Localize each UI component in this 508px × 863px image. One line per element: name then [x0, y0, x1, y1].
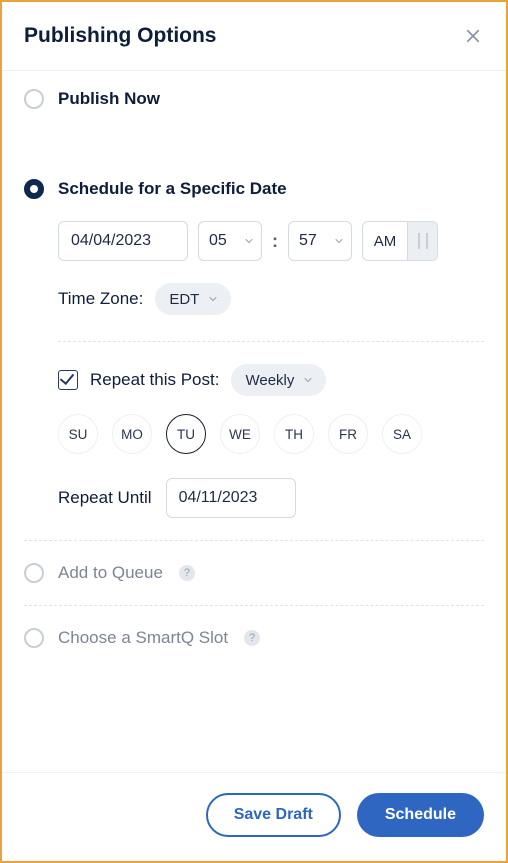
add-to-queue-radio[interactable] — [24, 563, 44, 583]
frequency-select[interactable]: Weekly — [231, 364, 326, 396]
help-icon[interactable]: ? — [244, 630, 260, 646]
dialog-body: Publish Now Schedule for a Specific Date… — [2, 71, 506, 772]
chevron-down-icon — [333, 235, 345, 247]
dialog-title: Publishing Options — [24, 24, 217, 48]
minute-select[interactable]: 57 — [288, 221, 352, 261]
schedule-label: Schedule for a Specific Date — [58, 179, 287, 199]
ampm-toggle: AM — [362, 221, 438, 261]
chevron-down-icon — [207, 293, 219, 305]
smartq-radio[interactable] — [24, 628, 44, 648]
datetime-row: 05 : 57 AM — [58, 221, 484, 261]
repeat-row: Repeat this Post: Weekly — [58, 364, 484, 396]
smartq-row[interactable]: Choose a SmartQ Slot ? — [24, 628, 484, 648]
ampm-label: AM — [363, 222, 407, 260]
save-draft-button[interactable]: Save Draft — [206, 793, 341, 837]
repeat-until-label: Repeat Until — [58, 488, 152, 508]
divider — [58, 341, 484, 342]
schedule-details: 05 : 57 AM Time — [24, 221, 484, 518]
day-fr[interactable]: FR — [328, 414, 368, 454]
chevron-down-icon — [302, 374, 314, 386]
timezone-label: Time Zone: — [58, 289, 143, 309]
timezone-value: EDT — [169, 291, 199, 308]
close-icon — [464, 27, 482, 45]
frequency-value: Weekly — [245, 372, 294, 389]
option-add-to-queue: Add to Queue ? — [24, 541, 484, 605]
repeat-until-input[interactable] — [177, 488, 285, 508]
dialog-footer: Save Draft Schedule — [2, 772, 506, 861]
chevron-down-icon — [243, 235, 255, 247]
add-to-queue-row[interactable]: Add to Queue ? — [24, 563, 484, 583]
close-button[interactable] — [462, 25, 484, 47]
ampm-handle[interactable] — [407, 222, 437, 260]
option-publish-now: Publish Now — [24, 89, 484, 131]
repeat-label: Repeat this Post: — [90, 370, 219, 390]
repeat-until-row: Repeat Until — [58, 478, 484, 518]
day-th[interactable]: TH — [274, 414, 314, 454]
day-we[interactable]: WE — [220, 414, 260, 454]
date-field[interactable] — [58, 221, 188, 261]
day-su[interactable]: SU — [58, 414, 98, 454]
spacer — [24, 131, 484, 179]
dialog-header: Publishing Options — [2, 2, 506, 71]
smartq-label: Choose a SmartQ Slot — [58, 628, 228, 648]
timezone-row: Time Zone: EDT — [58, 283, 484, 315]
minute-value: 57 — [299, 232, 317, 250]
day-sa[interactable]: SA — [382, 414, 422, 454]
publish-now-radio[interactable] — [24, 89, 44, 109]
schedule-button[interactable]: Schedule — [357, 793, 484, 837]
repeat-until-field[interactable] — [166, 478, 296, 518]
publish-now-row[interactable]: Publish Now — [24, 89, 484, 109]
timezone-select[interactable]: EDT — [155, 283, 231, 315]
add-to-queue-label: Add to Queue — [58, 563, 163, 583]
date-input[interactable] — [69, 231, 177, 251]
repeat-checkbox[interactable] — [58, 370, 78, 390]
publishing-options-dialog: Publishing Options Publish Now Schedule … — [0, 0, 508, 863]
hour-value: 05 — [209, 232, 227, 250]
publish-now-label: Publish Now — [58, 89, 160, 109]
day-tu[interactable]: TU — [166, 414, 206, 454]
day-selector: SU MO TU WE TH FR SA — [58, 414, 484, 454]
schedule-row[interactable]: Schedule for a Specific Date — [24, 179, 484, 199]
help-icon[interactable]: ? — [179, 565, 195, 581]
time-colon: : — [272, 231, 278, 252]
option-smartq: Choose a SmartQ Slot ? — [24, 606, 484, 670]
hour-select[interactable]: 05 — [198, 221, 262, 261]
day-mo[interactable]: MO — [112, 414, 152, 454]
schedule-radio[interactable] — [24, 179, 44, 199]
drag-handle-icon — [418, 233, 428, 249]
option-schedule: Schedule for a Specific Date 05 : 57 — [24, 179, 484, 540]
